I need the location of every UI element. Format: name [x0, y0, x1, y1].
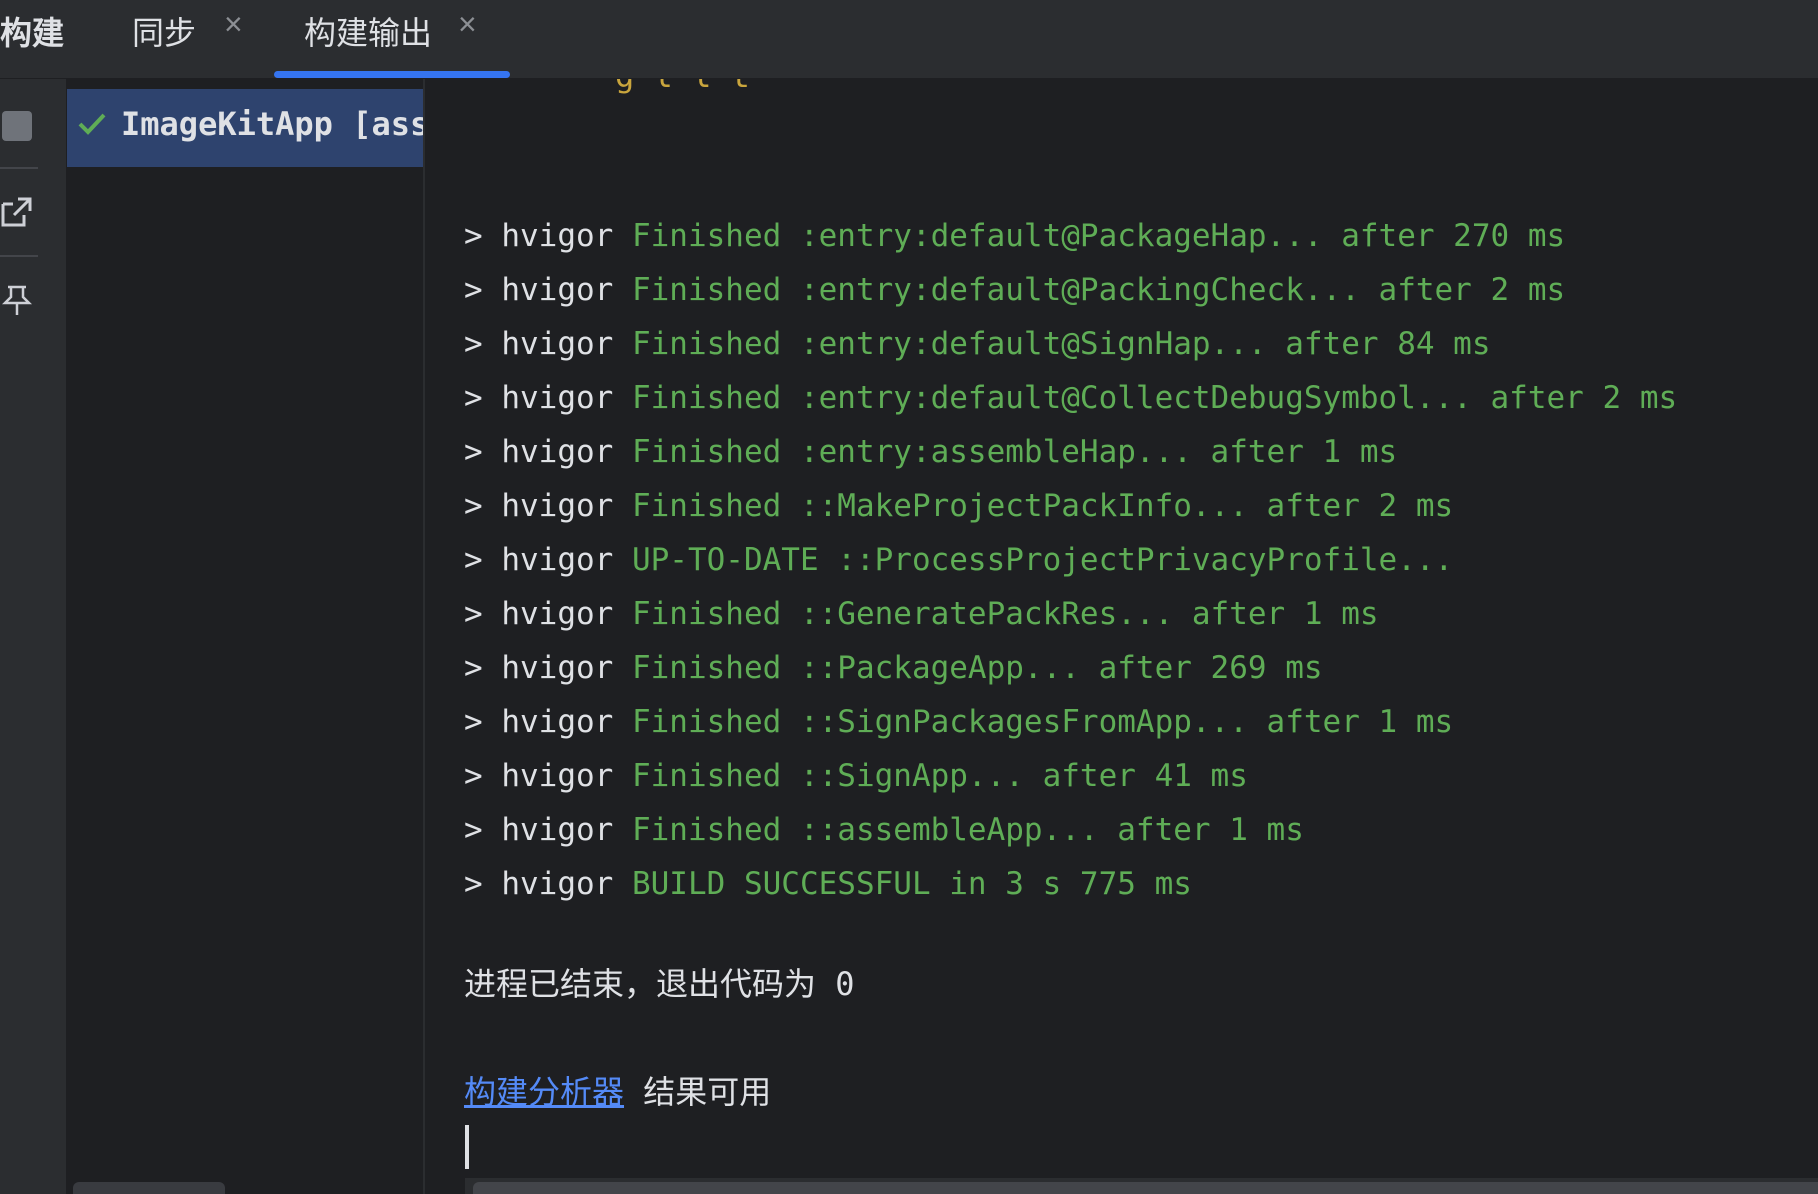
console-horizontal-scrollbar[interactable] [465, 1178, 1818, 1194]
log-prefix: > hvigor [464, 434, 632, 470]
log-message: Finished :entry:default@PackageHap... af… [631, 218, 1566, 254]
log-prefix: > hvigor [464, 488, 632, 524]
stop-icon[interactable] [2, 111, 32, 141]
process-exit-message: 进程已结束，退出代码为 0 [464, 965, 855, 1003]
log-message: UP-TO-DATE ::ProcessProjectPrivacyProfil… [631, 542, 1454, 578]
log-message: Finished ::SignPackagesFromApp... after … [631, 704, 1454, 740]
log-prefix: > hvigor [464, 380, 632, 416]
build-tree-panel: ImageKitApp [ass [67, 79, 425, 1194]
log-line: > hvigor Finished :entry:default@SignHap… [464, 317, 1677, 371]
text-caret [465, 1125, 469, 1169]
tab-build-output-label: 构建输出 [304, 15, 433, 51]
log-message: Finished :entry:assembleHap... after 1 m… [631, 434, 1398, 470]
tab-build-output[interactable]: 构建输出 × [304, 6, 477, 70]
tab-sync-label: 同步 [132, 15, 197, 51]
tool-window-header: 构建 同步 × 构建输出 × [0, 0, 1818, 79]
close-icon[interactable]: × [224, 6, 243, 43]
log-prefix: > hvigor [464, 326, 632, 362]
log-message: BUILD SUCCESSFUL in 3 s 775 ms [631, 866, 1192, 902]
build-analyzer-link[interactable]: 构建分析器 [464, 1073, 624, 1111]
tab-sync[interactable]: 同步 × [132, 6, 243, 70]
log-line: > hvigor BUILD SUCCESSFUL in 3 s 775 ms [464, 857, 1677, 911]
tool-window-title: 构建 [0, 15, 65, 51]
active-tab-indicator [274, 71, 510, 78]
close-icon[interactable]: × [458, 6, 477, 43]
log-line: > hvigor Finished ::SignApp... after 41 … [464, 749, 1677, 803]
log-line: > hvigor Finished ::assembleApp... after… [464, 803, 1677, 857]
log-message: Finished ::SignApp... after 41 ms [631, 758, 1248, 794]
log-message: Finished ::PackageApp... after 269 ms [631, 650, 1323, 686]
log-prefix: > hvigor [464, 704, 632, 740]
log-message: Finished :entry:default@SignHap... after… [631, 326, 1491, 362]
open-in-new-window-icon[interactable] [0, 195, 34, 229]
log-prefix: > hvigor [464, 758, 632, 794]
side-toolbar [0, 79, 67, 1194]
pin-icon[interactable] [0, 283, 34, 317]
build-analyzer-message: 构建分析器 结果可用 [464, 1067, 771, 1113]
toolbar-divider [0, 255, 38, 257]
log-line: > hvigor Finished ::MakeProjectPackInfo.… [464, 479, 1677, 533]
log-prefix: > hvigor [464, 650, 632, 686]
log-line: > hvigor Finished ::PackageApp... after … [464, 641, 1677, 695]
clipped-output-line: g l l t [615, 79, 750, 95]
build-analyzer-suffix: 结果可用 [624, 1073, 772, 1111]
log-line: > hvigor Finished :entry:assembleHap... … [464, 425, 1677, 479]
check-icon [78, 113, 106, 135]
log-message: Finished :entry:default@PackingCheck... … [631, 272, 1566, 308]
log-message: Finished :entry:default@CollectDebugSymb… [631, 380, 1678, 416]
log-message: Finished ::assembleApp... after 1 ms [631, 812, 1304, 848]
log-line: > hvigor Finished :entry:default@Collect… [464, 371, 1677, 425]
log-message: Finished ::GeneratePackRes... after 1 ms [631, 596, 1379, 632]
tree-horizontal-scrollbar[interactable] [73, 1182, 225, 1194]
scrollbar-thumb[interactable] [473, 1182, 1818, 1194]
log-prefix: > hvigor [464, 812, 632, 848]
toolbar-divider [0, 167, 38, 169]
log-line: > hvigor Finished ::SignPackagesFromApp.… [464, 695, 1677, 749]
log-line: > hvigor Finished ::GeneratePackRes... a… [464, 587, 1677, 641]
build-output-console: g l l t > hvigor Finished :entry:default… [425, 79, 1818, 1194]
log-line: > hvigor Finished :entry:default@Package… [464, 209, 1677, 263]
log-message: Finished ::MakeProjectPackInfo... after … [631, 488, 1454, 524]
log-prefix: > hvigor [464, 596, 632, 632]
log-prefix: > hvigor [464, 866, 632, 902]
log-line: > hvigor UP-TO-DATE ::ProcessProjectPriv… [464, 533, 1677, 587]
log-line: > hvigor Finished :entry:default@Packing… [464, 263, 1677, 317]
log-prefix: > hvigor [464, 542, 632, 578]
log-prefix: > hvigor [464, 218, 632, 254]
log-lines: > hvigor Finished :entry:default@Package… [464, 209, 1677, 911]
log-prefix: > hvigor [464, 272, 632, 308]
tree-item-build[interactable]: ImageKitApp [ass [67, 89, 423, 167]
tree-item-label: ImageKitApp [ass [121, 105, 425, 143]
